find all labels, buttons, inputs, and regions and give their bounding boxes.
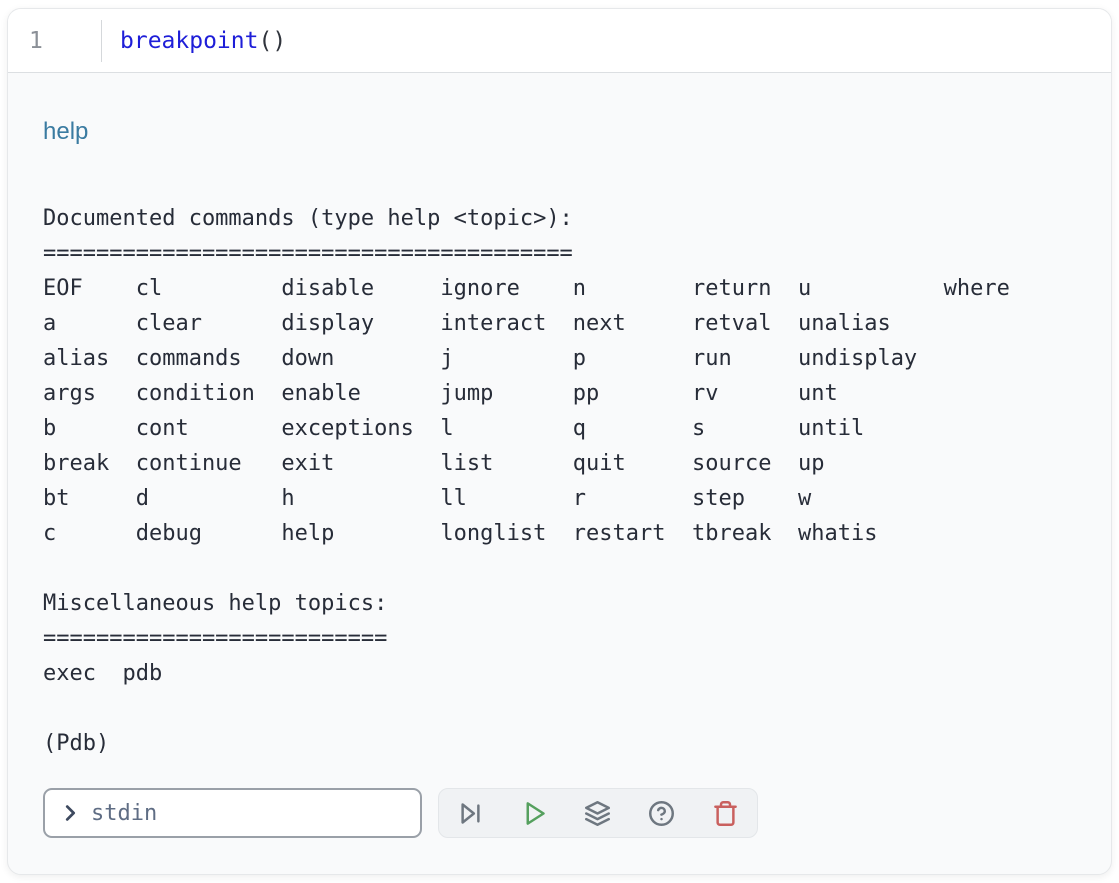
echoed-command: help xyxy=(43,117,1075,147)
help-button[interactable] xyxy=(631,789,693,837)
console-output-area: help Documented commands (type help <top… xyxy=(8,73,1111,875)
pdb-help-output: Documented commands (type help <topic>):… xyxy=(43,201,1075,691)
help-circle-icon xyxy=(648,800,675,827)
layers-icon xyxy=(584,800,611,827)
chevron-right-icon xyxy=(59,802,81,824)
skip-forward-icon xyxy=(457,800,484,827)
stdin-input[interactable] xyxy=(91,801,408,826)
code-editor-line[interactable]: 1 breakpoint() xyxy=(8,9,1111,73)
clear-button[interactable] xyxy=(694,789,756,837)
editor-gutter: 1 xyxy=(8,9,101,72)
code-token-parens: () xyxy=(258,28,286,54)
trash-icon xyxy=(712,800,739,827)
pdb-prompt: (Pdb) xyxy=(43,726,1075,761)
line-number: 1 xyxy=(8,28,43,54)
debugger-panel: 1 breakpoint() help Documented commands … xyxy=(7,8,1112,875)
layers-button[interactable] xyxy=(567,789,629,837)
run-button[interactable] xyxy=(503,789,565,837)
play-icon xyxy=(521,800,548,827)
code-line[interactable]: breakpoint() xyxy=(102,28,286,54)
console-input-row xyxy=(43,788,1075,838)
stdin-input-box[interactable] xyxy=(43,788,422,838)
debugger-toolbar xyxy=(438,788,758,838)
code-token-builtin: breakpoint xyxy=(120,28,258,54)
step-next-button[interactable] xyxy=(440,789,502,837)
